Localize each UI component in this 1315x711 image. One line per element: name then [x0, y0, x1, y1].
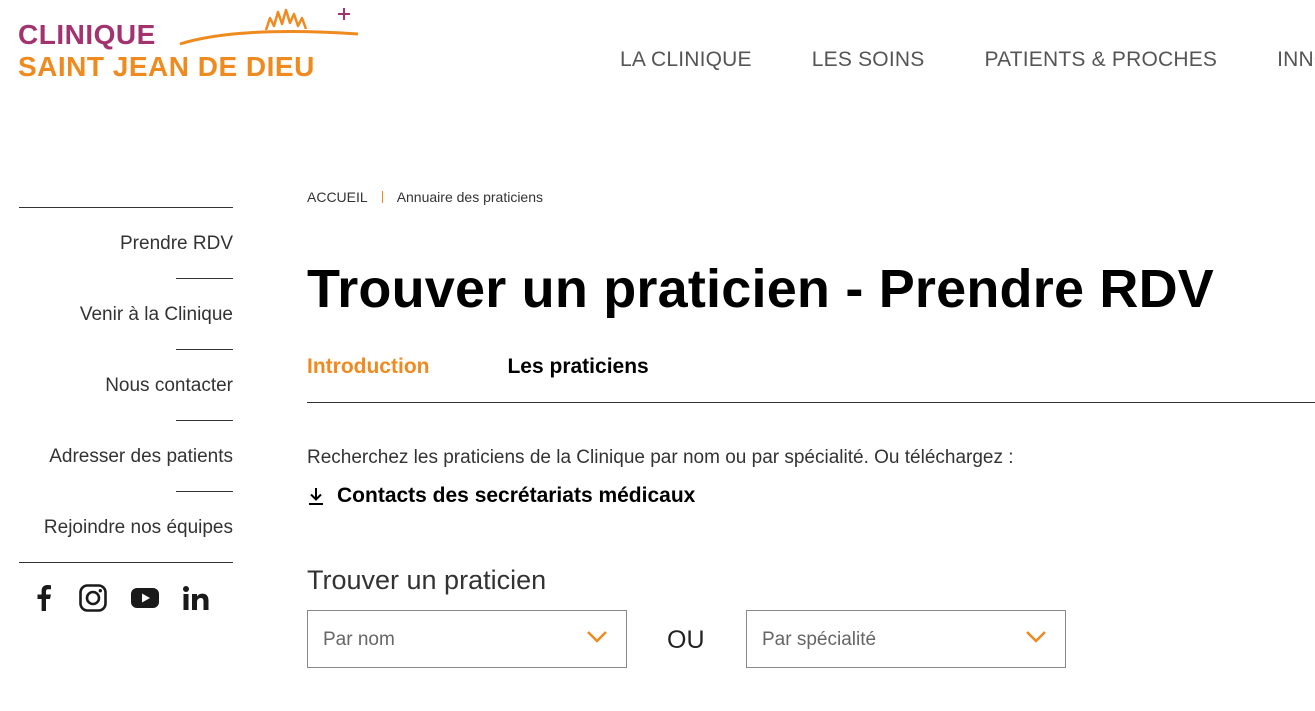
nav-item-les-soins[interactable]: LES SOINS — [812, 48, 925, 72]
sidebar-item-rejoindre[interactable]: Rejoindre nos équipes — [19, 492, 233, 562]
tab-praticiens[interactable]: Les praticiens — [507, 355, 648, 379]
logo-sunrise-icon — [179, 8, 359, 46]
sidebar-item-venir[interactable]: Venir à la Clinique — [19, 279, 233, 349]
sidebar-item-contact[interactable]: Nous contacter — [19, 350, 233, 420]
youtube-icon[interactable] — [131, 583, 159, 613]
select-by-name-placeholder: Par nom — [323, 629, 395, 650]
breadcrumb-separator — [381, 191, 383, 203]
tab-introduction[interactable]: Introduction — [307, 355, 429, 379]
download-contacts-link[interactable]: Contacts des secrétariats médicaux — [307, 484, 695, 508]
select-by-name[interactable]: Par nom — [307, 610, 627, 668]
main-nav: LA CLINIQUE LES SOINS PATIENTS & PROCHES… — [620, 48, 1315, 72]
breadcrumb-home[interactable]: ACCUEIL — [307, 189, 368, 205]
site-logo[interactable]: CLINIQUE SAINT JEAN DE DIEU — [18, 6, 359, 86]
chevron-down-icon — [587, 631, 607, 643]
select-by-specialty[interactable]: Par spécialité — [746, 610, 1066, 668]
sidebar: Prendre RDV Venir à la Clinique Nous con… — [19, 207, 233, 613]
sidebar-item-prendre-rdv[interactable]: Prendre RDV — [19, 208, 233, 278]
sidebar-divider — [19, 562, 233, 563]
tabs-divider — [307, 402, 1315, 403]
linkedin-icon[interactable] — [183, 583, 209, 613]
logo-text-clinique: CLINIQUE — [18, 19, 156, 50]
nav-item-patients-proches[interactable]: PATIENTS & PROCHES — [984, 48, 1217, 72]
sidebar-item-adresser[interactable]: Adresser des patients — [19, 421, 233, 491]
or-label: OU — [667, 626, 705, 654]
download-contacts-label: Contacts des secrétariats médicaux — [337, 484, 696, 507]
nav-item-la-clinique[interactable]: LA CLINIQUE — [620, 48, 752, 72]
download-icon — [309, 488, 323, 505]
facebook-icon[interactable] — [33, 583, 55, 613]
social-links — [19, 583, 233, 613]
chevron-down-icon — [1026, 631, 1046, 643]
instagram-icon[interactable] — [79, 583, 107, 613]
intro-text: Recherchez les praticiens de la Clinique… — [307, 447, 1014, 468]
logo-text-saint-jean: SAINT JEAN DE DIEU — [18, 51, 315, 82]
tab-bar: Introduction Les praticiens — [307, 355, 727, 379]
breadcrumb-current: Annuaire des praticiens — [396, 189, 543, 205]
finder-title: Trouver un praticien — [307, 565, 547, 595]
breadcrumb: ACCUEIL Annuaire des praticiens — [307, 189, 543, 205]
page-title: Trouver un praticien - Prendre RDV — [307, 259, 1215, 319]
select-by-specialty-placeholder: Par spécialité — [762, 629, 877, 650]
nav-item-innovation[interactable]: INNOVA — [1277, 48, 1315, 72]
